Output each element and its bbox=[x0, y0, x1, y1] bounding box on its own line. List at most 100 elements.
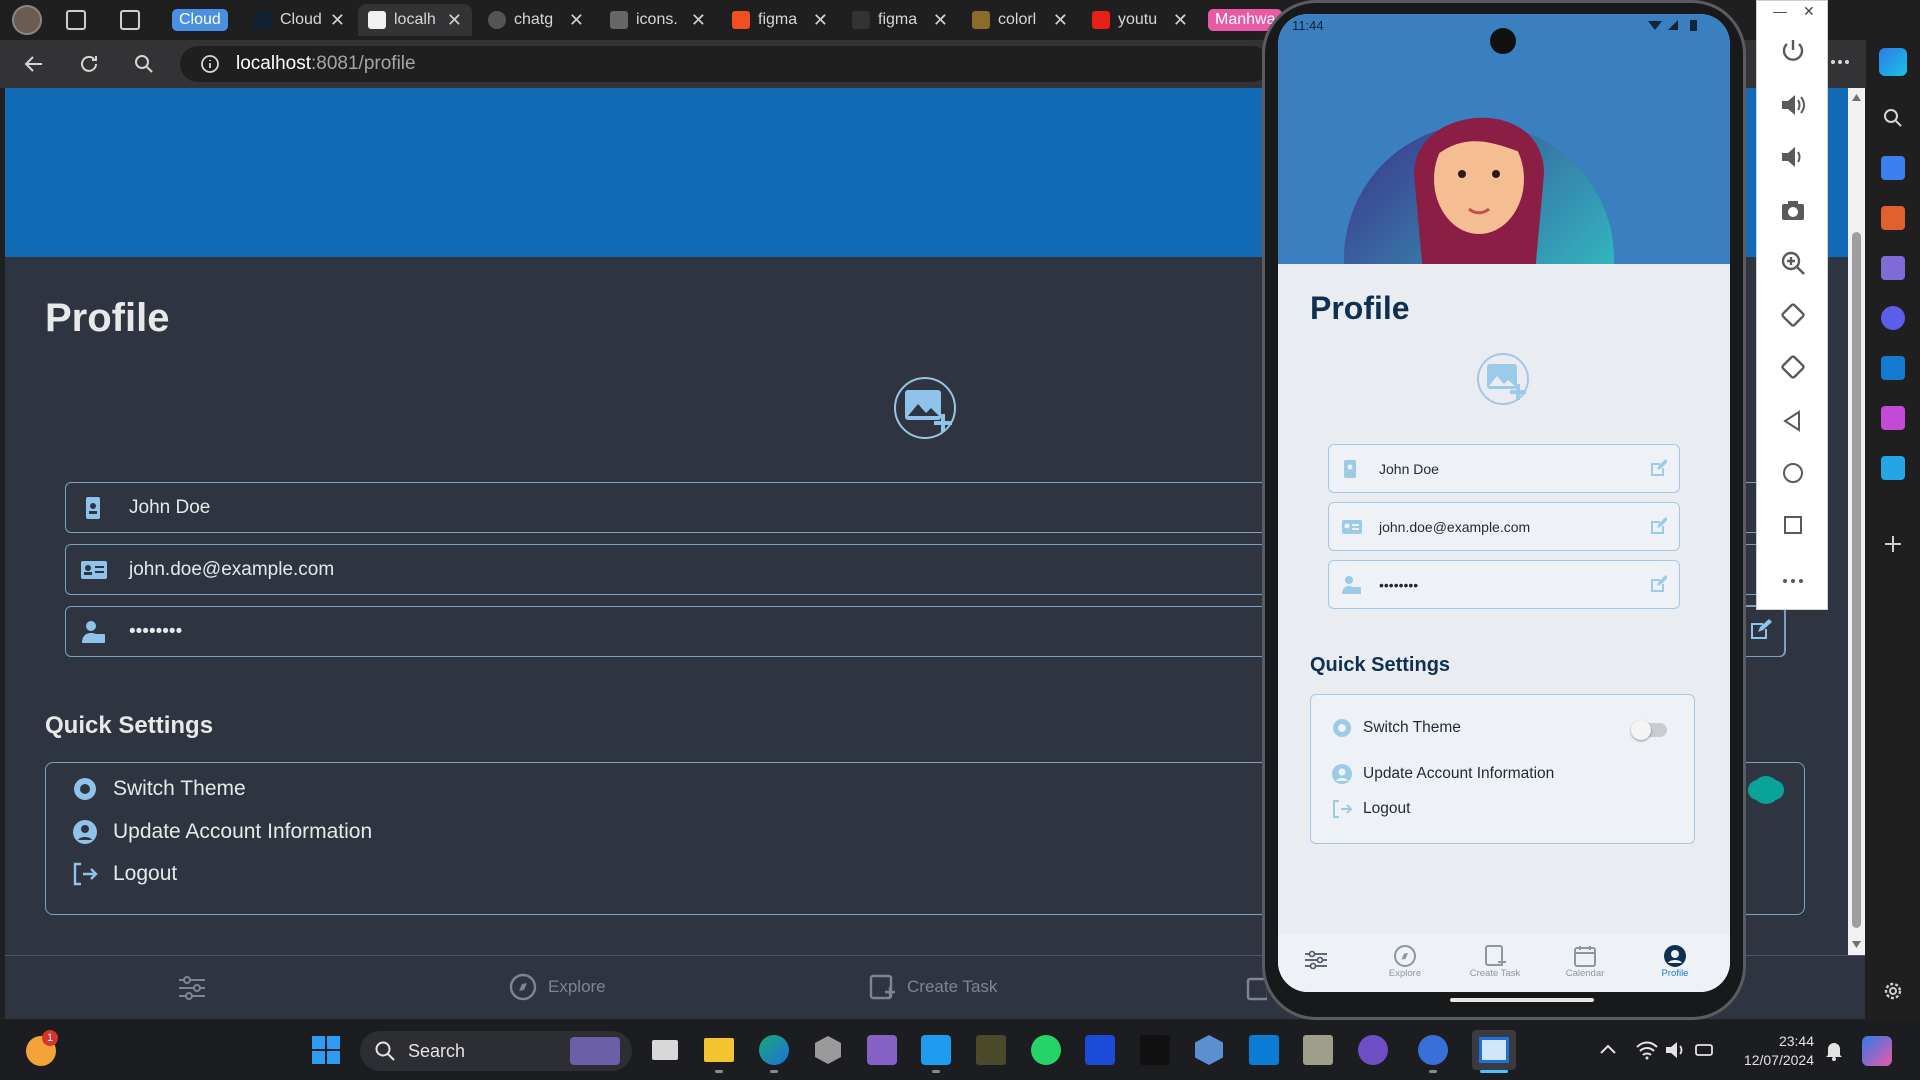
tab-6[interactable]: figma ✕ bbox=[842, 4, 958, 36]
phone-password-field[interactable]: •••••••• bbox=[1328, 560, 1680, 609]
phone-nav-calendar[interactable]: Calendar bbox=[1550, 944, 1620, 979]
app-button-3[interactable] bbox=[1138, 1033, 1172, 1067]
close-icon[interactable]: ✕ bbox=[569, 10, 584, 31]
phone-switch-theme-row[interactable]: Switch Theme bbox=[1331, 717, 1461, 739]
close-icon[interactable]: ✕ bbox=[691, 10, 706, 31]
phone-logout-row[interactable]: Logout bbox=[1331, 798, 1410, 820]
task-view-button[interactable] bbox=[648, 1033, 682, 1067]
office-icon[interactable] bbox=[1881, 306, 1905, 330]
minimize-icon[interactable]: — bbox=[1773, 3, 1787, 19]
rotate-left-icon[interactable] bbox=[1779, 301, 1807, 329]
close-icon[interactable]: ✕ bbox=[447, 10, 462, 31]
edit-icon[interactable] bbox=[1649, 517, 1667, 535]
add-photo-icon[interactable] bbox=[1476, 352, 1532, 408]
tab-4[interactable]: icons. ✕ bbox=[600, 4, 716, 36]
scroll-up-icon[interactable] bbox=[1851, 92, 1862, 102]
whatsapp-button[interactable] bbox=[1029, 1033, 1063, 1067]
home-circle-icon[interactable] bbox=[1779, 459, 1807, 487]
close-icon[interactable]: ✕ bbox=[933, 10, 948, 31]
phone-email-field[interactable]: john.doe@example.com bbox=[1328, 502, 1680, 551]
tools-icon[interactable] bbox=[1881, 206, 1905, 230]
volume-icon[interactable] bbox=[1664, 1040, 1686, 1060]
filters-icon[interactable] bbox=[177, 974, 207, 1002]
volume-up-icon[interactable] bbox=[1779, 91, 1807, 119]
add-photo-icon[interactable] bbox=[893, 376, 959, 442]
edit-icon[interactable] bbox=[1649, 459, 1667, 477]
designer-icon[interactable] bbox=[1881, 406, 1905, 430]
scroll-down-icon[interactable] bbox=[1851, 940, 1862, 950]
app-button-4[interactable] bbox=[1192, 1033, 1226, 1067]
tab-3[interactable]: chatg ✕ bbox=[478, 4, 594, 36]
tab-1[interactable]: Cloud ✕ bbox=[244, 4, 354, 36]
rotate-right-icon[interactable] bbox=[1779, 353, 1807, 381]
notification-bell-icon[interactable] bbox=[1824, 1040, 1844, 1062]
web-logout-row[interactable]: Logout bbox=[71, 860, 177, 888]
file-explorer-button[interactable] bbox=[702, 1033, 736, 1067]
collections-icon[interactable] bbox=[66, 10, 86, 30]
web-nav-explore[interactable]: Explore bbox=[508, 972, 606, 1002]
power-icon[interactable] bbox=[1779, 37, 1807, 65]
page-scrollbar[interactable] bbox=[1848, 88, 1865, 955]
start-button[interactable] bbox=[309, 1033, 343, 1067]
info-icon[interactable] bbox=[200, 54, 220, 74]
tab-group-cloud[interactable]: Cloud bbox=[172, 9, 228, 31]
profile-avatar[interactable] bbox=[12, 5, 42, 35]
url-field[interactable]: localhost:8081/profile bbox=[180, 46, 1270, 82]
search-icon[interactable] bbox=[1881, 106, 1905, 130]
more-icon[interactable] bbox=[1828, 50, 1852, 74]
back-icon[interactable] bbox=[22, 52, 46, 76]
gesture-handle[interactable] bbox=[1450, 998, 1594, 1002]
vertical-tabs-icon[interactable] bbox=[120, 10, 140, 30]
app-button-2[interactable] bbox=[1083, 1033, 1117, 1067]
app-button-19[interactable] bbox=[1247, 1033, 1281, 1067]
back-triangle-icon[interactable] bbox=[1779, 407, 1807, 435]
close-icon[interactable]: ✕ bbox=[330, 10, 345, 31]
close-icon[interactable]: ✕ bbox=[813, 10, 828, 31]
search-icon[interactable] bbox=[132, 52, 156, 76]
edge-button[interactable] bbox=[757, 1033, 791, 1067]
shopping-tag-icon[interactable] bbox=[1881, 156, 1905, 180]
volume-down-icon[interactable] bbox=[1779, 143, 1807, 171]
app-button-5[interactable] bbox=[1301, 1033, 1335, 1067]
more-icon[interactable] bbox=[1779, 567, 1807, 595]
app-button-mw[interactable] bbox=[974, 1033, 1008, 1067]
emulator-button[interactable] bbox=[1472, 1030, 1516, 1070]
chevron-up-icon[interactable] bbox=[1598, 1040, 1618, 1060]
system-clock[interactable]: 23:44 12/07/2024 bbox=[1738, 1032, 1814, 1070]
web-switch-theme-row[interactable]: Switch Theme bbox=[71, 775, 246, 803]
send-icon[interactable] bbox=[1881, 456, 1905, 480]
edit-icon[interactable] bbox=[1649, 575, 1667, 593]
tab-7[interactable]: colorl ✕ bbox=[962, 4, 1078, 36]
copilot-icon[interactable] bbox=[1879, 48, 1907, 76]
phone-nav-create-task[interactable]: Create Task bbox=[1460, 944, 1530, 979]
close-icon[interactable]: ✕ bbox=[1053, 10, 1068, 31]
visual-studio-button[interactable] bbox=[865, 1033, 899, 1067]
phone-nav-explore[interactable]: Explore bbox=[1370, 944, 1440, 979]
zoom-icon[interactable] bbox=[1779, 249, 1807, 277]
add-icon[interactable] bbox=[1883, 534, 1903, 554]
copilot-taskbar-icon[interactable] bbox=[1862, 1036, 1892, 1066]
camera-icon[interactable] bbox=[1779, 197, 1807, 225]
settings-icon[interactable] bbox=[1882, 980, 1904, 1002]
overview-square-icon[interactable] bbox=[1779, 511, 1807, 539]
phone-name-field[interactable]: John Doe bbox=[1328, 444, 1680, 493]
phone-nav-profile[interactable]: Profile bbox=[1640, 944, 1710, 979]
refresh-icon[interactable] bbox=[77, 52, 101, 76]
app-button-6[interactable] bbox=[1416, 1033, 1450, 1067]
media-player-button[interactable] bbox=[1356, 1033, 1390, 1067]
web-nav-create-task[interactable]: Create Task bbox=[867, 972, 997, 1002]
vscode-button[interactable] bbox=[919, 1033, 953, 1067]
outlook-icon[interactable] bbox=[1881, 356, 1905, 380]
web-update-account-row[interactable]: Update Account Information bbox=[71, 818, 372, 846]
phone-nav-filters[interactable] bbox=[1281, 944, 1351, 970]
app-button-1[interactable] bbox=[811, 1033, 845, 1067]
scrollbar-thumb[interactable] bbox=[1852, 232, 1861, 928]
games-icon[interactable] bbox=[1881, 256, 1905, 280]
tab-5[interactable]: figma ✕ bbox=[722, 4, 838, 36]
phone-update-account-row[interactable]: Update Account Information bbox=[1331, 763, 1554, 785]
close-icon[interactable]: ✕ bbox=[1803, 3, 1815, 20]
close-icon[interactable]: ✕ bbox=[1173, 10, 1188, 31]
tab-2[interactable]: localh ✕ bbox=[358, 4, 472, 36]
taskbar-search[interactable]: Search bbox=[360, 1031, 632, 1071]
network-icon[interactable] bbox=[1694, 1040, 1716, 1060]
